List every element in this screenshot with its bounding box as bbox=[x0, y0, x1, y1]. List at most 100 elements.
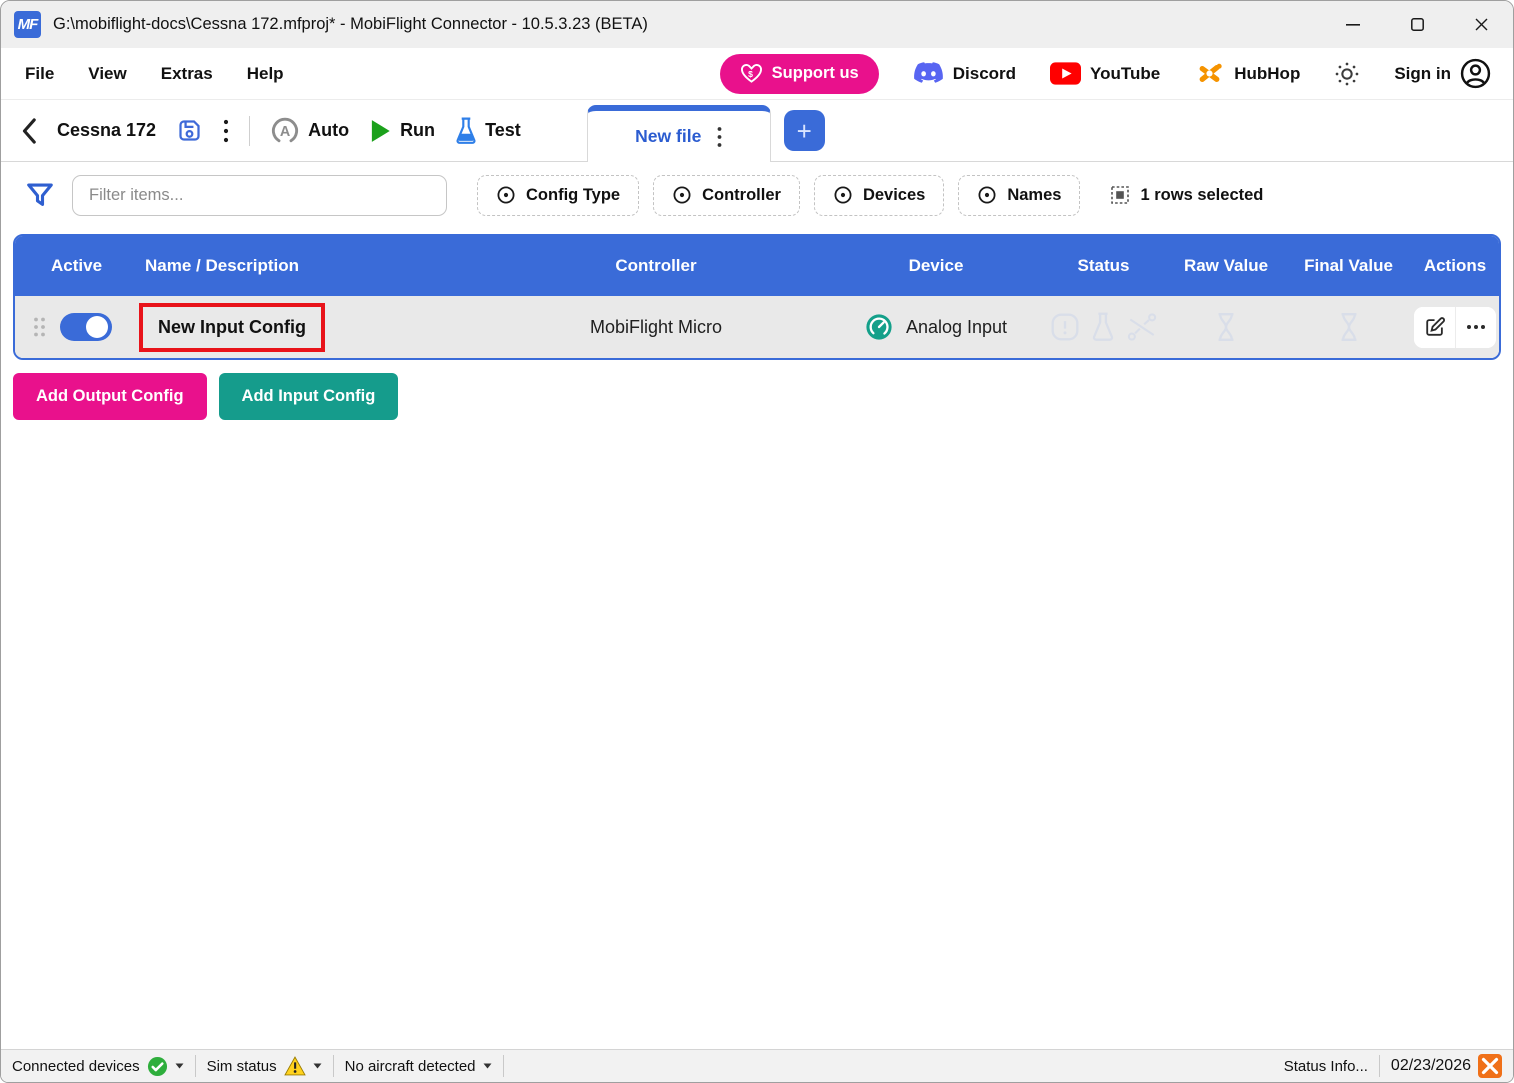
support-us-label: Support us bbox=[772, 64, 859, 83]
statusbar-divider bbox=[503, 1055, 504, 1077]
aircraft-status-label: No aircraft detected bbox=[345, 1058, 476, 1075]
youtube-link[interactable]: YouTube bbox=[1050, 62, 1160, 85]
connected-devices-label: Connected devices bbox=[12, 1058, 140, 1075]
header-raw-value[interactable]: Raw Value bbox=[1166, 256, 1286, 276]
config-table: Active Name / Description Controller Dev… bbox=[13, 234, 1501, 360]
header-controller[interactable]: Controller bbox=[481, 256, 831, 276]
run-label: Run bbox=[400, 120, 435, 141]
kebab-menu-icon bbox=[717, 126, 722, 148]
support-us-button[interactable]: $ Support us bbox=[720, 54, 879, 94]
filter-funnel-icon bbox=[25, 180, 55, 210]
save-icon bbox=[176, 117, 203, 144]
chevron-left-icon bbox=[21, 118, 37, 144]
status-info-button[interactable]: Status Info... bbox=[1273, 1050, 1379, 1082]
filter-input[interactable] bbox=[72, 175, 447, 216]
minimize-button[interactable] bbox=[1321, 1, 1385, 48]
kebab-menu-icon bbox=[223, 118, 229, 144]
menu-extras[interactable]: Extras bbox=[161, 64, 213, 84]
maximize-icon bbox=[1411, 18, 1424, 31]
heart-dollar-icon: $ bbox=[740, 63, 763, 84]
auto-label: Auto bbox=[308, 120, 349, 141]
raw-value-pending-icon bbox=[1213, 311, 1239, 343]
close-button[interactable] bbox=[1449, 1, 1513, 48]
success-check-icon bbox=[147, 1056, 168, 1077]
back-button[interactable] bbox=[21, 118, 37, 144]
sign-in-button[interactable]: Sign in bbox=[1394, 58, 1491, 89]
project-name: Cessna 172 bbox=[57, 120, 156, 141]
table-row[interactable]: New Input Config MobiFlight Micro Analog… bbox=[15, 296, 1499, 358]
svg-text:$: $ bbox=[748, 69, 753, 79]
project-menu-button[interactable] bbox=[223, 118, 229, 144]
config-controller: MobiFlight Micro bbox=[481, 317, 831, 338]
hubhop-label: HubHop bbox=[1234, 64, 1300, 84]
discord-icon bbox=[913, 61, 944, 86]
toolbar-left: Cessna 172 A Auto Ru bbox=[21, 116, 521, 146]
theme-toggle-button[interactable] bbox=[1334, 61, 1360, 87]
menu-file[interactable]: File bbox=[25, 64, 54, 84]
sim-status-label: Sim status bbox=[207, 1058, 277, 1075]
config-name[interactable]: New Input Config bbox=[158, 317, 306, 338]
svg-text:A: A bbox=[280, 124, 290, 140]
add-tab-button[interactable]: + bbox=[784, 110, 825, 151]
ellipsis-icon bbox=[1466, 324, 1486, 330]
statusbar-right: Status Info... 02/23/2026 bbox=[1273, 1050, 1513, 1082]
header-device[interactable]: Device bbox=[831, 256, 1041, 276]
filter-chip-controller[interactable]: Controller bbox=[653, 175, 800, 216]
close-icon bbox=[1475, 18, 1488, 31]
circle-dot-icon bbox=[833, 185, 853, 205]
tab-menu-button[interactable] bbox=[717, 126, 722, 148]
sun-icon bbox=[1334, 61, 1360, 87]
config-device: Analog Input bbox=[906, 317, 1007, 338]
test-button[interactable]: Test bbox=[455, 117, 521, 145]
status-test-icon bbox=[1090, 312, 1116, 342]
header-active[interactable]: Active bbox=[15, 256, 145, 276]
circle-dot-icon bbox=[672, 185, 692, 205]
warning-icon bbox=[284, 1056, 306, 1076]
aircraft-status[interactable]: No aircraft detected bbox=[334, 1050, 503, 1082]
test-label: Test bbox=[485, 120, 521, 141]
menu-items: File View Extras Help bbox=[25, 64, 284, 84]
menu-help[interactable]: Help bbox=[247, 64, 284, 84]
rows-selected-label: 1 rows selected bbox=[1140, 186, 1263, 205]
rows-selected-indicator: 1 rows selected bbox=[1110, 185, 1263, 205]
maximize-button[interactable] bbox=[1385, 1, 1449, 48]
header-name[interactable]: Name / Description bbox=[145, 256, 481, 276]
youtube-label: YouTube bbox=[1090, 64, 1160, 84]
filter-chip-config-type[interactable]: Config Type bbox=[477, 175, 639, 216]
edit-config-button[interactable] bbox=[1414, 307, 1455, 348]
add-input-config-button[interactable]: Add Input Config bbox=[219, 373, 399, 420]
connected-devices-status[interactable]: Connected devices bbox=[1, 1050, 195, 1082]
header-final-value[interactable]: Final Value bbox=[1286, 256, 1411, 276]
add-config-buttons: Add Output Config Add Input Config bbox=[13, 373, 1501, 420]
hubhop-status-icon bbox=[1478, 1054, 1502, 1078]
header-status[interactable]: Status bbox=[1041, 256, 1166, 276]
run-button[interactable]: Run bbox=[369, 118, 435, 144]
filter-chip-names[interactable]: Names bbox=[958, 175, 1080, 216]
menu-view[interactable]: View bbox=[88, 64, 126, 84]
toggle-knob bbox=[86, 316, 108, 338]
edit-icon bbox=[1424, 316, 1446, 338]
chevron-down-icon bbox=[483, 1063, 492, 1069]
table-header: Active Name / Description Controller Dev… bbox=[15, 236, 1499, 296]
hubhop-link[interactable]: HubHop bbox=[1194, 59, 1300, 88]
active-toggle[interactable] bbox=[60, 313, 112, 341]
tab-new-file[interactable]: New file bbox=[587, 105, 771, 162]
toolbar: Cessna 172 A Auto Ru bbox=[1, 100, 1513, 162]
add-output-config-button[interactable]: Add Output Config bbox=[13, 373, 207, 420]
discord-link[interactable]: Discord bbox=[913, 61, 1016, 86]
save-button[interactable] bbox=[176, 117, 203, 144]
filter-chip-devices[interactable]: Devices bbox=[814, 175, 944, 216]
window-controls bbox=[1321, 1, 1513, 48]
more-actions-button[interactable] bbox=[1455, 307, 1496, 348]
chip-label: Devices bbox=[863, 186, 925, 205]
status-alert-icon bbox=[1050, 312, 1080, 342]
play-icon bbox=[369, 118, 392, 144]
auto-button[interactable]: A Auto bbox=[270, 116, 349, 146]
sign-in-label: Sign in bbox=[1394, 64, 1451, 84]
drag-handle[interactable] bbox=[32, 316, 47, 338]
chip-label: Names bbox=[1007, 186, 1061, 205]
youtube-icon bbox=[1050, 62, 1081, 85]
chevron-down-icon bbox=[175, 1063, 184, 1069]
sim-status[interactable]: Sim status bbox=[196, 1050, 333, 1082]
flask-icon bbox=[455, 117, 477, 145]
